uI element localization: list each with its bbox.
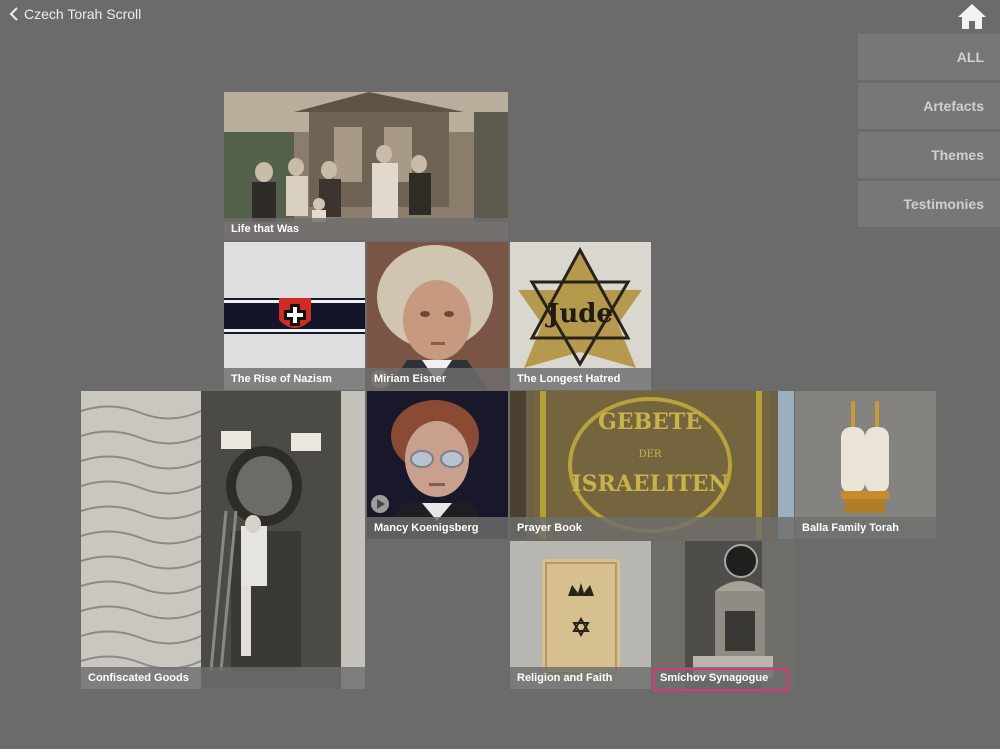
tile-caption: Religion and Faith [510, 667, 651, 689]
tile-prayer-book[interactable]: GEBETE DER ISRAELITEN Prayer Book [510, 391, 794, 539]
book-title-line-3: ISRAELITEN [571, 471, 728, 497]
tile-life-that-was[interactable]: Life that Was [224, 92, 508, 240]
tile-rise-of-nazism[interactable]: The Rise of Nazism [224, 242, 365, 390]
tile-balla-family-torah[interactable]: Balla Family Torah [795, 391, 936, 539]
chevron-left-icon [9, 7, 18, 21]
back-button[interactable]: Czech Torah Scroll [8, 6, 141, 22]
tile-caption: Life that Was [224, 218, 508, 240]
tile-religion-and-faith[interactable]: Religion and Faith [510, 541, 651, 689]
filter-menu: ALL Artefacts Themes Testimonies [858, 34, 1000, 230]
tile-caption: Prayer Book [510, 517, 794, 539]
tile-mancy-koenigsberg[interactable]: Mancy Koenigsberg [367, 391, 508, 539]
warehouse-photo-image [81, 391, 365, 689]
tile-caption: Miriam Eisner [367, 368, 508, 390]
tile-longest-hatred[interactable]: Jude The Longest Hatred [510, 242, 651, 390]
top-bar: Czech Torah Scroll [0, 0, 1000, 34]
home-icon[interactable] [956, 2, 988, 30]
book-title-line-1: GEBETE [598, 409, 702, 435]
book-title-line-2: DER [639, 449, 662, 460]
filter-artefacts[interactable]: Artefacts [858, 83, 1000, 129]
filter-all[interactable]: ALL [858, 34, 1000, 80]
back-label: Czech Torah Scroll [24, 6, 142, 22]
filter-testimonies[interactable]: Testimonies [858, 181, 1000, 227]
play-icon[interactable] [371, 495, 389, 513]
tile-caption: Balla Family Torah [795, 517, 936, 539]
star-text: Jude [545, 299, 613, 329]
tile-confiscated-goods[interactable]: Confiscated Goods [81, 391, 365, 689]
tile-smichov-synagogue[interactable]: Smíchov Synagogue [653, 541, 794, 689]
tile-caption: Confiscated Goods [81, 667, 365, 689]
tile-miriam-eisner[interactable]: Miriam Eisner [367, 242, 508, 390]
tile-caption: The Longest Hatred [510, 368, 651, 390]
tile-caption: Smíchov Synagogue [653, 667, 794, 689]
tile-caption: The Rise of Nazism [224, 368, 365, 390]
tile-caption: Mancy Koenigsberg [367, 517, 508, 539]
filter-themes[interactable]: Themes [858, 132, 1000, 178]
